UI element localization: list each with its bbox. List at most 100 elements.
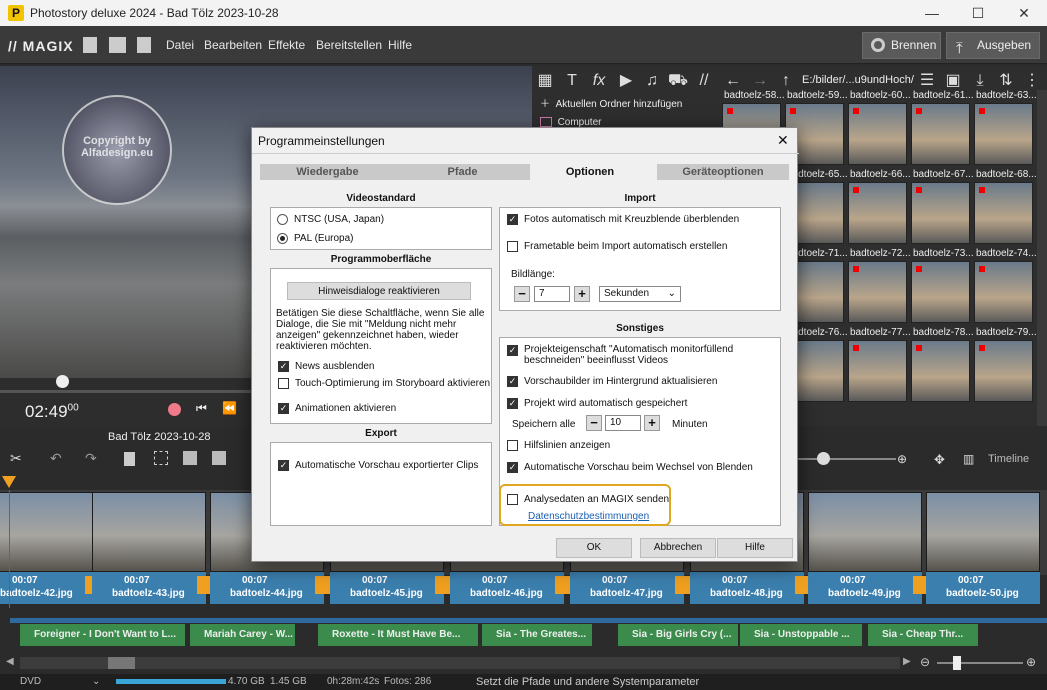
scroll-right-icon[interactable]: ▶ (903, 656, 911, 667)
animations-check-icon[interactable]: ✓ (278, 403, 289, 414)
crossfade-check-icon[interactable]: ✓ (507, 214, 518, 225)
save-icon[interactable] (137, 37, 151, 53)
skip-back-icon[interactable]: ⏮ (196, 401, 207, 416)
sort-icon[interactable]: ⇅ (995, 70, 1017, 92)
export-preview-check-icon[interactable]: ✓ (278, 460, 289, 471)
length-minus-button[interactable]: − (514, 286, 530, 302)
minimize-button[interactable]: — (909, 0, 955, 26)
image-length-field[interactable]: 7 (534, 286, 570, 302)
zoom-out-icon[interactable]: ⊖ (920, 655, 930, 669)
thumbnail[interactable] (974, 340, 1033, 402)
news-checkbox[interactable]: ✓ News ausblenden (278, 361, 375, 372)
music-clip[interactable]: Mariah Carey - W... (190, 624, 295, 646)
more-icon[interactable]: ⋮ (1021, 70, 1043, 92)
privacy-link[interactable]: Datenschutzbestimmungen (528, 511, 649, 522)
analytics-checkbox[interactable]: Analysedaten an MAGIX senden (507, 494, 669, 505)
grid-icon[interactable]: ▦ (534, 70, 556, 92)
thumbnail[interactable] (848, 261, 907, 323)
save-plus-button[interactable]: + (644, 415, 660, 431)
burn-button[interactable]: Brennen (862, 32, 941, 59)
zoom-in-icon[interactable]: ⊕ (1026, 655, 1036, 669)
copy-icon[interactable] (183, 451, 197, 465)
scissors-icon[interactable]: ✂ (10, 450, 22, 467)
text-icon[interactable]: T (561, 70, 583, 92)
save-minus-button[interactable]: − (586, 415, 602, 431)
clip-thumbnail[interactable] (808, 492, 922, 572)
help-button[interactable]: Hilfe (717, 538, 793, 558)
clip-label[interactable]: 00:07 badtoelz-44.jpg (210, 572, 324, 604)
scroll-left-icon[interactable]: ◀ (6, 656, 14, 667)
zoom-slider-handle[interactable] (817, 452, 830, 465)
back-arrow-icon[interactable]: ← (722, 70, 744, 92)
clip-label[interactable]: 00:07 badtoelz-50.jpg (926, 572, 1040, 604)
maximize-button[interactable]: ☐ (955, 0, 1001, 26)
clip-label[interactable]: 00:07 badtoelz-48.jpg (690, 572, 804, 604)
fit-icon[interactable]: ✥ (934, 452, 945, 468)
zoom-track[interactable] (937, 662, 1023, 664)
monitor-check-icon[interactable]: ✓ (507, 345, 518, 356)
transition-icon[interactable]: ▶ (615, 70, 637, 92)
touch-checkbox[interactable]: Touch-Optimierung im Storyboard aktivier… (278, 378, 490, 389)
up-arrow-icon[interactable]: ↑ (775, 70, 797, 92)
list-view-icon[interactable]: ☰ (916, 70, 938, 92)
analytics-check-icon[interactable] (507, 494, 518, 505)
forward-arrow-icon[interactable]: → (749, 70, 771, 92)
cancel-button[interactable]: Abbrechen (640, 538, 716, 558)
undo-icon[interactable]: ↶ (50, 450, 62, 467)
transition-preview-checkbox[interactable]: ✓ Automatische Vorschau beim Wechsel von … (507, 462, 753, 473)
clip-label[interactable]: 00:07 badtoelz-46.jpg (450, 572, 564, 604)
music-clip[interactable]: Foreigner - I Don't Want to L... (20, 624, 185, 646)
thumbnail[interactable] (974, 182, 1033, 244)
tab-optionen[interactable]: Optionen (530, 164, 650, 180)
close-window-button[interactable]: ✕ (1001, 0, 1047, 26)
zoom-plus-icon[interactable]: ⊕ (897, 452, 907, 466)
reset-dialogs-button[interactable]: Hinweisdialoge reaktivieren (287, 282, 471, 300)
music-clip[interactable]: Sia - The Greates... (482, 624, 592, 646)
paste-icon[interactable] (212, 451, 226, 465)
tab-wiedergabe[interactable]: Wiedergabe (260, 164, 395, 180)
cut-icon[interactable] (154, 451, 168, 465)
magix-icon[interactable]: // (693, 70, 715, 92)
storyboard-icon[interactable]: ▥ (963, 452, 974, 466)
record-icon[interactable] (168, 403, 181, 416)
status-medium[interactable]: DVD (20, 676, 41, 687)
unit-select[interactable]: Sekunden ⌄ (599, 286, 681, 302)
open-folder-icon[interactable] (109, 37, 126, 53)
zoom-slider-track[interactable] (798, 458, 896, 460)
ntsc-radio-circle[interactable] (277, 214, 288, 225)
thumbnail[interactable] (848, 103, 907, 165)
chevron-down-icon[interactable]: ⌄ (92, 676, 100, 687)
timeline-scroll-track[interactable] (20, 657, 900, 669)
download-icon[interactable]: ⤓ (969, 70, 991, 92)
clip-label[interactable]: 00:07 badtoelz-43.jpg (92, 572, 206, 604)
menu-datei[interactable]: Datei (166, 38, 194, 52)
effects-icon[interactable]: fx (588, 70, 610, 92)
news-check-icon[interactable]: ✓ (278, 361, 289, 372)
timeline-mode-label[interactable]: Timeline (988, 453, 1029, 465)
timeline-scroll-thumb[interactable] (108, 657, 135, 669)
save-interval-field[interactable]: 10 (605, 415, 641, 431)
music-clip[interactable]: Sia - Unstoppable ... (740, 624, 862, 646)
menu-hilfe[interactable]: Hilfe (388, 38, 412, 52)
pal-radio-circle[interactable] (277, 233, 288, 244)
music-icon[interactable]: ♫ (641, 70, 663, 92)
clip-label[interactable]: 00:07 badtoelz-45.jpg (330, 572, 444, 604)
menu-bereitstellen[interactable]: Bereitstellen (316, 38, 382, 52)
pal-radio[interactable]: PAL (Europa) (277, 233, 353, 244)
frametable-checkbox[interactable]: Frametable beim Import automatisch erste… (507, 241, 727, 252)
thumbnail[interactable] (848, 340, 907, 402)
clip-label[interactable]: 00:07 badtoelz-49.jpg (808, 572, 922, 604)
path-display[interactable]: E:/bilder/...u9undHoch/ (802, 74, 914, 86)
redo-icon[interactable]: ↷ (85, 450, 97, 467)
clip-thumbnail[interactable] (92, 492, 206, 572)
zoom-handle[interactable] (953, 656, 961, 670)
thumbnail[interactable] (911, 103, 970, 165)
thumbnail[interactable] (911, 340, 970, 402)
thumbnail[interactable] (911, 261, 970, 323)
position-slider-handle[interactable] (56, 375, 69, 388)
autosave-checkbox[interactable]: ✓ Projekt wird automatisch gespeichert (507, 398, 687, 409)
frametable-check-icon[interactable] (507, 241, 518, 252)
clip-label[interactable]: 00:07 badtoelz-47.jpg (570, 572, 684, 604)
browser-scrollbar[interactable] (1037, 90, 1047, 426)
dialog-close-button[interactable]: ✕ (777, 132, 789, 149)
